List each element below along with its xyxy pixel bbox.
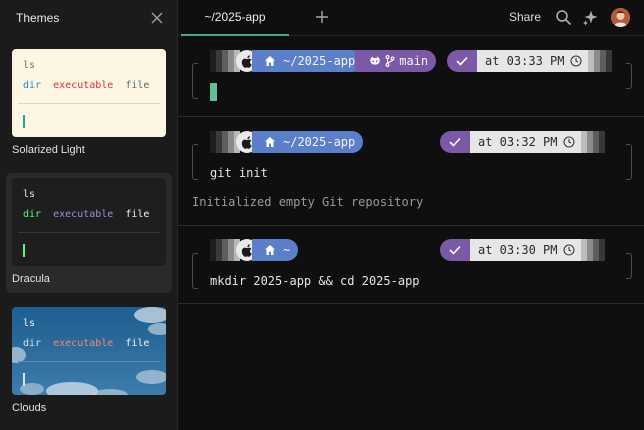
sidebar-header: Themes (0, 0, 177, 36)
block-timestamp: at 03:30 PM (470, 239, 582, 261)
timestamp-text: at 03:32 PM (478, 135, 558, 149)
preview-ls: ls (23, 189, 36, 200)
block-timestamp: at 03:32 PM (470, 131, 582, 153)
block-command: git init (210, 166, 268, 180)
preview-dir: dir (23, 209, 42, 220)
block-output: Initialized empty Git repository (192, 195, 424, 209)
github-icon (370, 56, 380, 65)
timestamp-text: at 03:30 PM (478, 243, 558, 257)
preview-listing: dir executable file (23, 80, 149, 91)
theme-name: Clouds (12, 402, 47, 414)
preview-cursor (23, 373, 25, 386)
path-segment: ~/2025-app (252, 131, 364, 153)
top-bar: ~/2025-app Share (178, 0, 644, 36)
preview-listing: dir executable file (23, 209, 149, 220)
block-command: mkdir 2025-app && cd 2025-app (210, 274, 420, 288)
check-icon (440, 131, 470, 153)
tab-label: ~/2025-app (204, 10, 266, 24)
check-icon (440, 239, 470, 261)
preview-file: file (125, 209, 150, 220)
home-icon (265, 56, 275, 66)
prompt-path: ~/2025-app (283, 54, 356, 68)
block-bracket-left (192, 144, 198, 180)
block-status: at 03:33 PM (447, 50, 613, 72)
plus-icon[interactable] (314, 9, 330, 25)
check-icon (447, 50, 477, 72)
sidebar-title: Themes (16, 11, 60, 25)
preview-file: file (125, 338, 150, 349)
prompt: ~/2025-app main (210, 50, 437, 72)
preview-cursor (23, 115, 25, 128)
block-timestamp: at 03:33 PM (477, 50, 589, 72)
home-icon (265, 245, 275, 255)
close-icon[interactable] (149, 10, 165, 26)
status-gradient (581, 131, 606, 153)
text-cursor[interactable] (210, 83, 217, 101)
avatar[interactable] (611, 8, 630, 27)
theme-option-solarized-light[interactable]: ls dir executable file Solarized Light (6, 44, 172, 166)
branch-icon (385, 55, 395, 67)
search-icon[interactable] (555, 9, 572, 26)
preview-divider (18, 232, 160, 233)
path-segment: ~/2025-app (252, 50, 364, 72)
status-gradient (588, 50, 613, 72)
preview-dir: dir (23, 338, 42, 349)
theme-preview: ls dir executable file (12, 307, 166, 395)
preview-divider (18, 361, 160, 362)
block-status: at 03:30 PM (440, 239, 606, 261)
preview-dir: dir (23, 80, 42, 91)
preview-executable: executable (53, 209, 114, 220)
timestamp-text: at 03:33 PM (485, 54, 565, 68)
clouds-background (12, 307, 166, 395)
path-segment: ~ (252, 239, 299, 261)
preview-executable: executable (53, 338, 114, 349)
clock-icon (563, 244, 576, 256)
theme-option-clouds[interactable]: ls dir executable file Clouds (6, 302, 172, 422)
block-status: at 03:32 PM (440, 131, 606, 153)
prompt-branch: main (399, 54, 429, 68)
theme-preview: ls dir executable file (12, 178, 166, 266)
share-button[interactable]: Share (509, 10, 541, 24)
theme-option-dracula[interactable]: ls dir executable file Dracula (6, 173, 172, 293)
preview-cursor (23, 244, 25, 257)
preview-listing: dir executable file (23, 338, 149, 349)
block-bracket-left (192, 63, 198, 99)
status-gradient (581, 239, 606, 261)
preview-divider (18, 103, 160, 104)
prompt-path: ~ (283, 243, 291, 257)
terminal-block[interactable]: ~ at 03:30 PM mkdir 2025-app && cd 2025-… (178, 227, 644, 304)
themes-sidebar: Themes ls dir executable file Solarized … (0, 0, 178, 430)
terminal-block-active[interactable]: ~/2025-app main at 03:33 PM (178, 37, 644, 117)
theme-name: Dracula (12, 273, 50, 285)
preview-file: file (125, 80, 150, 91)
git-segment: main (355, 50, 437, 72)
prompt-path: ~/2025-app (283, 135, 356, 149)
preview-executable: executable (53, 80, 114, 91)
prompt: ~ (210, 239, 299, 261)
block-bracket-right (626, 63, 632, 89)
theme-name: Solarized Light (12, 144, 85, 156)
preview-ls: ls (23, 60, 36, 71)
sparkles-icon[interactable] (582, 9, 599, 26)
home-icon (265, 137, 275, 147)
terminal-block[interactable]: ~/2025-app at 03:32 PM git init Initiali… (178, 118, 644, 226)
prompt: ~/2025-app (210, 131, 364, 153)
tab-terminal[interactable]: ~/2025-app (181, 0, 289, 36)
clock-icon (570, 55, 583, 67)
block-bracket-right (626, 144, 632, 180)
block-bracket-right (626, 253, 632, 279)
clock-icon (563, 136, 576, 148)
theme-preview: ls dir executable file (12, 49, 166, 137)
block-bracket-left (192, 253, 198, 289)
preview-ls: ls (23, 318, 36, 329)
